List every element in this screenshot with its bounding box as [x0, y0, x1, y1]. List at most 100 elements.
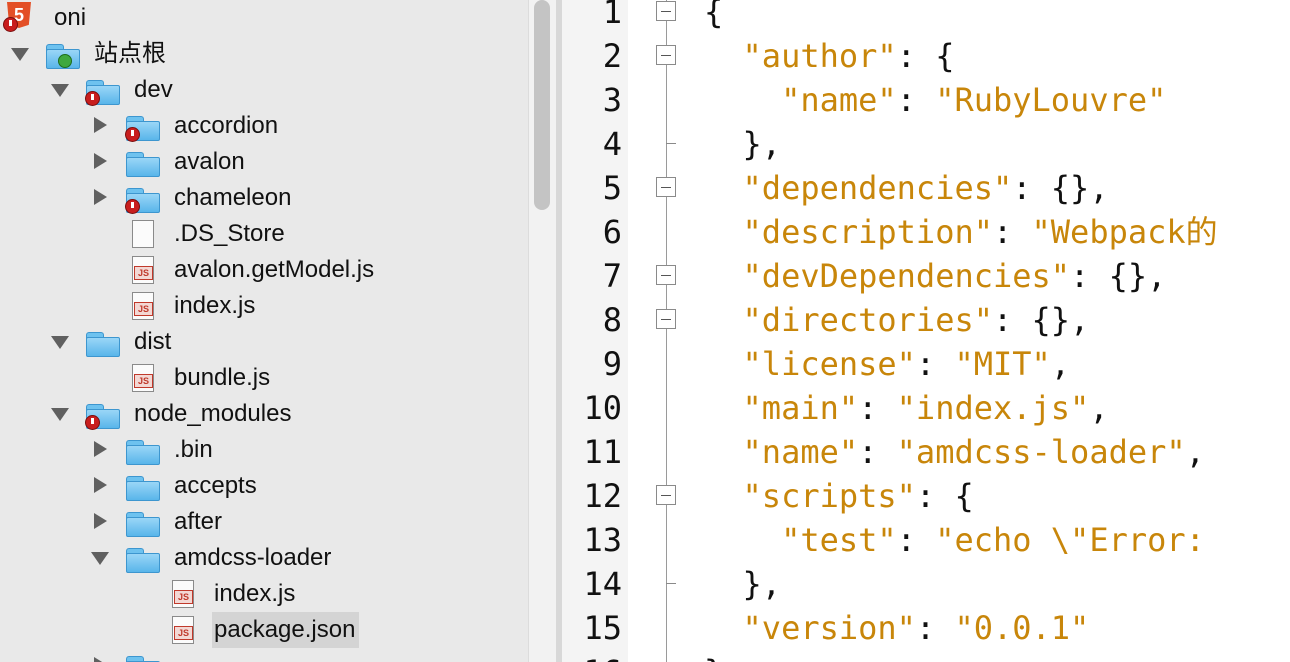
code-line[interactable]: 2 "author": {: [562, 34, 1290, 78]
tree-item[interactable]: avalon.getModel.js: [0, 252, 528, 288]
tree-item[interactable]: after: [0, 504, 528, 540]
tree-item[interactable]: [0, 648, 528, 662]
tree-item[interactable]: index.js: [0, 576, 528, 612]
fold-toggle-icon[interactable]: [656, 265, 676, 285]
disclosure-closed-icon[interactable]: [90, 504, 110, 540]
folder-icon: [126, 472, 160, 501]
code-line[interactable]: 1{: [562, 0, 1290, 34]
tree-item[interactable]: oni: [0, 0, 528, 36]
code-token: },: [704, 565, 782, 603]
line-number: 6: [602, 213, 622, 251]
tree-item[interactable]: chameleon: [0, 180, 528, 216]
code-line[interactable]: 5 "dependencies": {},: [562, 166, 1290, 210]
code-line[interactable]: 10 "main": "index.js",: [562, 386, 1290, 430]
code-token: : {},: [992, 301, 1090, 339]
code-line[interactable]: 16}: [562, 650, 1290, 662]
tree-item[interactable]: 站点根: [0, 36, 528, 72]
code-line[interactable]: 4 },: [562, 122, 1290, 166]
tree-item[interactable]: avalon: [0, 144, 528, 180]
disclosure-open-icon[interactable]: [50, 396, 70, 432]
tree-item[interactable]: bundle.js: [0, 360, 528, 396]
code-text: {: [704, 0, 723, 34]
disclosure-open-icon[interactable]: [90, 540, 110, 576]
tree-item[interactable]: .DS_Store: [0, 216, 528, 252]
code-token: ,: [1089, 389, 1109, 427]
disclosure-closed-icon[interactable]: [90, 432, 110, 468]
line-number: 4: [602, 125, 622, 163]
code-line[interactable]: 9 "license": "MIT",: [562, 342, 1290, 386]
code-token: :: [992, 213, 1032, 251]
tree-item-label: index.js: [214, 580, 296, 607]
tree-item[interactable]: amdcss-loader: [0, 540, 528, 576]
code-line[interactable]: 14 },: [562, 562, 1290, 606]
code-line[interactable]: 3 "name": "RubyLouvre": [562, 78, 1290, 122]
fold-toggle-icon[interactable]: [656, 177, 676, 197]
error-badge-icon: [3, 17, 18, 32]
code-text: "version": "0.0.1": [704, 606, 1090, 650]
tree-item-label: avalon: [174, 148, 245, 175]
code-text: "devDependencies": {},: [704, 254, 1167, 298]
code-token: {: [704, 0, 724, 31]
disclosure-open-icon[interactable]: [50, 72, 70, 108]
fold-toggle-icon[interactable]: [656, 1, 676, 21]
disclosure-closed-icon[interactable]: [90, 108, 110, 144]
tree-item[interactable]: dist: [0, 324, 528, 360]
tree-item[interactable]: index.js: [0, 288, 528, 324]
code-token: : {: [896, 37, 955, 75]
code-text: }: [704, 650, 723, 662]
code-text: "description": "Webpack的: [704, 210, 1218, 254]
tree-item[interactable]: .bin: [0, 432, 528, 468]
tree-item[interactable]: accordion: [0, 108, 528, 144]
code-line[interactable]: 11 "name": "amdcss-loader",: [562, 430, 1290, 474]
fold-toggle-icon[interactable]: [656, 485, 676, 505]
code-string-token: "0.0.1": [954, 609, 1090, 647]
disclosure-closed-icon[interactable]: [90, 180, 110, 216]
tree-item[interactable]: dev: [0, 72, 528, 108]
code-text: },: [704, 122, 782, 166]
tree-item[interactable]: accepts: [0, 468, 528, 504]
code-editor[interactable]: 1{2 "author": {3 "name": "RubyLouvre" 4 }…: [562, 0, 1290, 662]
code-line[interactable]: 12 "scripts": {: [562, 474, 1290, 518]
tree-item-label: accepts: [174, 472, 257, 499]
fold-toggle-icon[interactable]: [656, 309, 676, 329]
folder-icon: [86, 328, 120, 357]
tree-item-label: dev: [134, 76, 173, 103]
folder-icon: [85, 400, 120, 430]
js-file-icon: [166, 580, 200, 608]
folder-icon: [125, 112, 160, 142]
disclosure-closed-icon[interactable]: [90, 648, 110, 662]
code-token: : {},: [1012, 169, 1109, 207]
disclosure-closed-icon[interactable]: [90, 144, 110, 180]
code-string-token: "scripts": [742, 477, 916, 515]
code-line[interactable]: 6 "description": "Webpack的: [562, 210, 1290, 254]
disclosure-closed-icon[interactable]: [90, 468, 110, 504]
js-file-icon: [126, 292, 160, 320]
code-string-token: "directories": [742, 301, 993, 339]
disclosure-open-icon[interactable]: [50, 324, 70, 360]
code-text: "directories": {},: [704, 298, 1090, 342]
code-text: "name": "amdcss-loader",: [704, 430, 1205, 474]
line-number: 1: [602, 0, 622, 31]
line-number: 10: [583, 389, 622, 427]
fold-toggle-icon[interactable]: [656, 45, 676, 65]
code-text: "author": {: [704, 34, 955, 78]
tree-item-label: dist: [134, 328, 172, 355]
folder-icon: [126, 436, 160, 465]
code-line[interactable]: 15 "version": "0.0.1": [562, 606, 1290, 650]
folder-icon: [126, 652, 160, 662]
tree-item[interactable]: node_modules: [0, 396, 528, 432]
tree-item-label: index.js: [174, 292, 256, 319]
code-line[interactable]: 8 "directories": {},: [562, 298, 1290, 342]
disclosure-open-icon[interactable]: [10, 36, 30, 72]
tree-item-label: after: [174, 508, 223, 535]
code-line[interactable]: 7 "devDependencies": {},: [562, 254, 1290, 298]
tree-item-label: bundle.js: [174, 364, 271, 391]
sidebar-scrollbar-thumb[interactable]: [534, 0, 550, 210]
line-number: 15: [583, 609, 622, 647]
tree-item[interactable]: package.json: [0, 612, 528, 648]
tree-item-label: accordion: [174, 112, 279, 139]
code-text: "name": "RubyLouvre": [704, 78, 1166, 122]
code-line[interactable]: 13 "test": "echo \"Error:: [562, 518, 1290, 562]
